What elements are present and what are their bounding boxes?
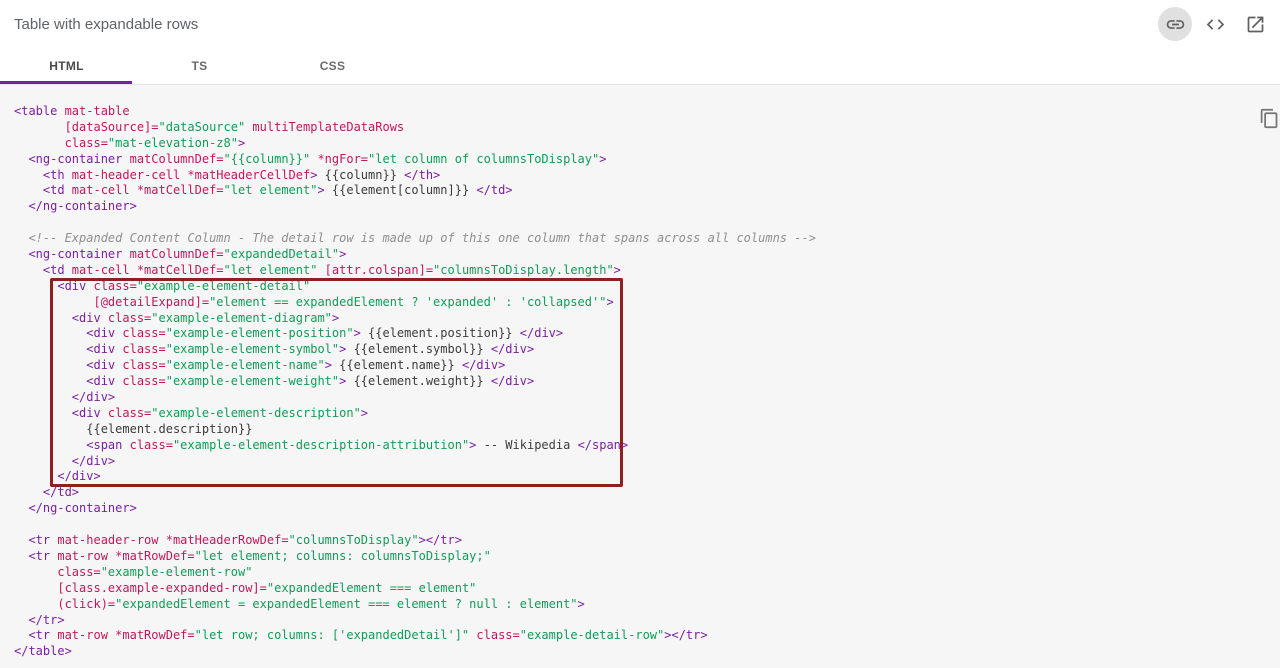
- tab-ts[interactable]: TS: [133, 48, 266, 84]
- tab-html[interactable]: HTML: [0, 48, 133, 84]
- code-line: <div class="example-element-weight"> {{e…: [14, 374, 535, 389]
- code-line: <div class="example-element-description"…: [14, 405, 369, 420]
- tab-css[interactable]: CSS: [266, 48, 399, 84]
- link-icon: [1165, 14, 1186, 35]
- code-line: <tr mat-row *matRowDef="let row; columns…: [14, 628, 708, 643]
- code-line: class="example-element-row": [14, 564, 253, 579]
- source-tabs: HTML TS CSS: [0, 48, 1280, 84]
- code-line: <ng-container matColumnDef="{{column}}" …: [14, 151, 607, 166]
- code-line: <ng-container matColumnDef="expandedDeta…: [14, 247, 347, 262]
- code-line: <span class="example-element-description…: [14, 437, 629, 452]
- copy-link-button[interactable]: [1158, 7, 1192, 41]
- code-line: </tr>: [14, 612, 65, 627]
- open-in-new-icon: [1245, 14, 1266, 35]
- code-line: <tr mat-row *matRowDef="let element; col…: [14, 548, 491, 563]
- code-line: </td>: [14, 485, 80, 500]
- code-line: <div class="example-element-position"> {…: [14, 326, 564, 341]
- code-line: </ng-container>: [14, 501, 137, 516]
- copy-code-button[interactable]: [1259, 105, 1280, 131]
- code-line: </div>: [14, 390, 116, 405]
- example-title: Table with expandable rows: [14, 15, 199, 33]
- code-line: <div class="example-element-diagram">: [14, 310, 340, 325]
- code-line: [dataSource]="dataSource" multiTemplateD…: [14, 119, 405, 134]
- code-line: <!-- Expanded Content Column - The detai…: [14, 231, 816, 246]
- code-line: <div class="example-element-symbol"> {{e…: [14, 342, 535, 357]
- code-line: <th mat-header-cell *matHeaderCellDef> {…: [14, 167, 441, 182]
- code-line: <td mat-cell *matCellDef="let element"> …: [14, 183, 513, 198]
- view-source-button[interactable]: [1198, 7, 1232, 41]
- header-actions: [1158, 7, 1272, 41]
- code-line: <div class="example-element-name"> {{ele…: [14, 358, 506, 373]
- code-line: <td mat-cell *matCellDef="let element" […: [14, 262, 621, 277]
- code-line: (click)="expandedElement = expandedEleme…: [14, 596, 585, 611]
- example-viewer: Table with expandable rows HTML TS CSS <…: [0, 0, 1280, 668]
- code-line: </table>: [14, 644, 72, 659]
- code-line: </ng-container>: [14, 199, 137, 214]
- code-line: <div class="example-element-detail": [14, 278, 311, 293]
- code-line: <table mat-table: [14, 104, 130, 118]
- open-in-stackblitz-button[interactable]: [1238, 7, 1272, 41]
- code-area: <table mat-table [dataSource]="dataSourc…: [0, 84, 1280, 668]
- code-icon: [1205, 14, 1226, 35]
- example-header: Table with expandable rows: [0, 0, 1280, 48]
- code-line: </div>: [14, 453, 116, 468]
- code-line: {{element.description}}: [14, 421, 253, 436]
- code-line: [class.example-expanded-row]="expandedEl…: [14, 580, 477, 595]
- code-block: <table mat-table [dataSource]="dataSourc…: [0, 85, 1280, 660]
- content-copy-icon: [1259, 108, 1280, 129]
- code-line: [@detailExpand]="element == expandedElem…: [14, 294, 614, 309]
- code-line: </div>: [14, 469, 101, 484]
- code-line: class="mat-elevation-z8">: [14, 135, 246, 150]
- code-line: <tr mat-header-row *matHeaderRowDef="col…: [14, 533, 462, 548]
